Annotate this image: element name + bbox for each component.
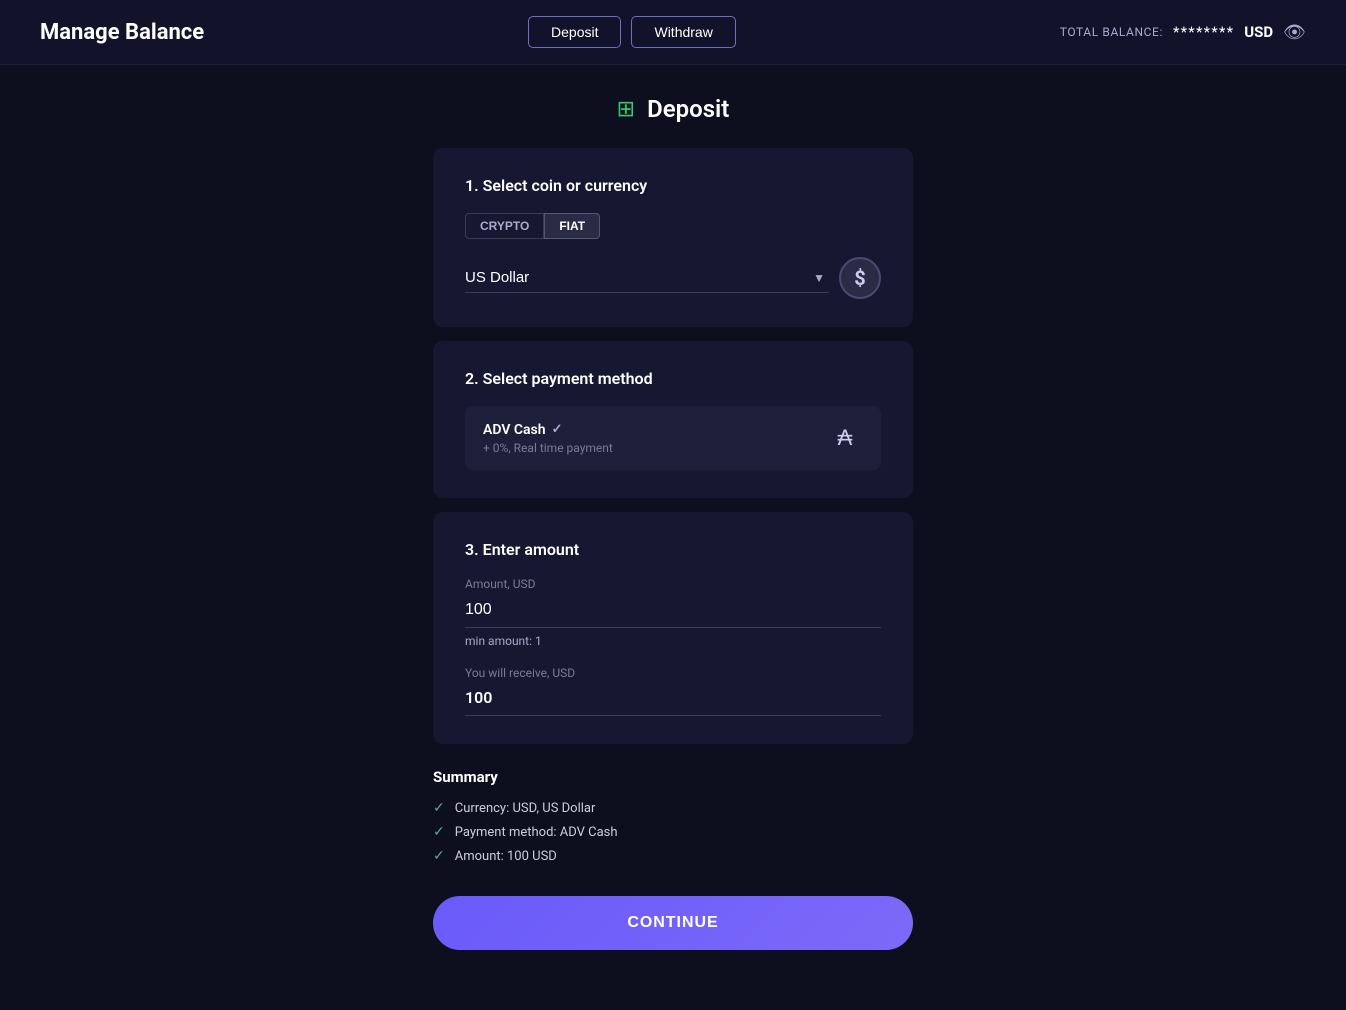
summary-section: Summary ✓ Currency: USD, US Dollar ✓ Pay… (433, 758, 913, 872)
step2-title: 2. Select payment method (465, 369, 881, 388)
adv-cash-icon: ₳ (827, 420, 863, 456)
balance-section: TOTAL BALANCE: ******** USD 👁 (1060, 22, 1306, 43)
check-icon-payment: ✓ (433, 824, 445, 840)
payment-method-option[interactable]: ADV Cash ✓ + 0%, Real time payment ₳ (465, 406, 881, 470)
toggle-balance-icon[interactable]: 👁 (1283, 22, 1306, 43)
check-icon-currency: ✓ (433, 800, 445, 816)
amount-input[interactable] (465, 597, 881, 628)
main-content: ⊞ Deposit 1. Select coin or currency CRY… (0, 65, 1346, 990)
header: Manage Balance Deposit Withdraw TOTAL BA… (0, 0, 1346, 65)
payment-method-name: ADV Cash ✓ (483, 422, 613, 438)
receive-label: You will receive, USD (465, 666, 881, 680)
currency-type-tabs: CRYPTO FIAT (465, 213, 881, 239)
payment-method-info: ADV Cash ✓ + 0%, Real time payment (483, 422, 613, 455)
continue-button[interactable]: CONTINUE (433, 896, 913, 950)
deposit-title: Deposit (647, 95, 729, 123)
balance-currency: USD (1244, 23, 1273, 41)
summary-payment-text: Payment method: ADV Cash (455, 825, 618, 840)
withdraw-button[interactable]: Withdraw (631, 16, 735, 48)
tab-crypto[interactable]: CRYPTO (465, 213, 544, 239)
summary-title: Summary (433, 768, 913, 786)
min-amount-info: min amount: 1 (465, 634, 881, 648)
summary-item-currency: ✓ Currency: USD, US Dollar (433, 800, 913, 816)
step3-title: 3. Enter amount (465, 540, 881, 559)
currency-select[interactable]: US Dollar Euro British Pound (465, 263, 829, 293)
summary-item-payment: ✓ Payment method: ADV Cash (433, 824, 913, 840)
header-actions: Deposit Withdraw (528, 16, 736, 48)
balance-label: TOTAL BALANCE: (1060, 25, 1163, 39)
deposit-title-row: ⊞ Deposit (617, 95, 730, 123)
currency-selector: US Dollar Euro British Pound ▼ $ (465, 257, 881, 299)
summary-amount-text: Amount: 100 USD (455, 849, 557, 864)
currency-symbol-icon: $ (839, 257, 881, 299)
continue-btn-wrapper: CONTINUE (433, 896, 913, 950)
receive-value: 100 (465, 684, 881, 716)
step2-card: 2. Select payment method ADV Cash ✓ + 0%… (433, 341, 913, 498)
summary-item-amount: ✓ Amount: 100 USD (433, 848, 913, 864)
deposit-icon: ⊞ (617, 97, 635, 122)
page-title: Manage Balance (40, 20, 204, 45)
step1-title: 1. Select coin or currency (465, 176, 881, 195)
payment-method-subtitle: + 0%, Real time payment (483, 441, 613, 455)
payment-check-icon: ✓ (552, 422, 563, 437)
deposit-button[interactable]: Deposit (528, 16, 621, 48)
step3-card: 3. Enter amount Amount, USD min amount: … (433, 512, 913, 744)
summary-currency-text: Currency: USD, US Dollar (455, 801, 596, 816)
tab-fiat[interactable]: FIAT (544, 213, 600, 239)
step1-card: 1. Select coin or currency CRYPTO FIAT U… (433, 148, 913, 327)
currency-select-wrapper: US Dollar Euro British Pound ▼ (465, 263, 829, 293)
balance-value: ******** (1173, 23, 1234, 41)
amount-label: Amount, USD (465, 577, 881, 591)
check-icon-amount: ✓ (433, 848, 445, 864)
